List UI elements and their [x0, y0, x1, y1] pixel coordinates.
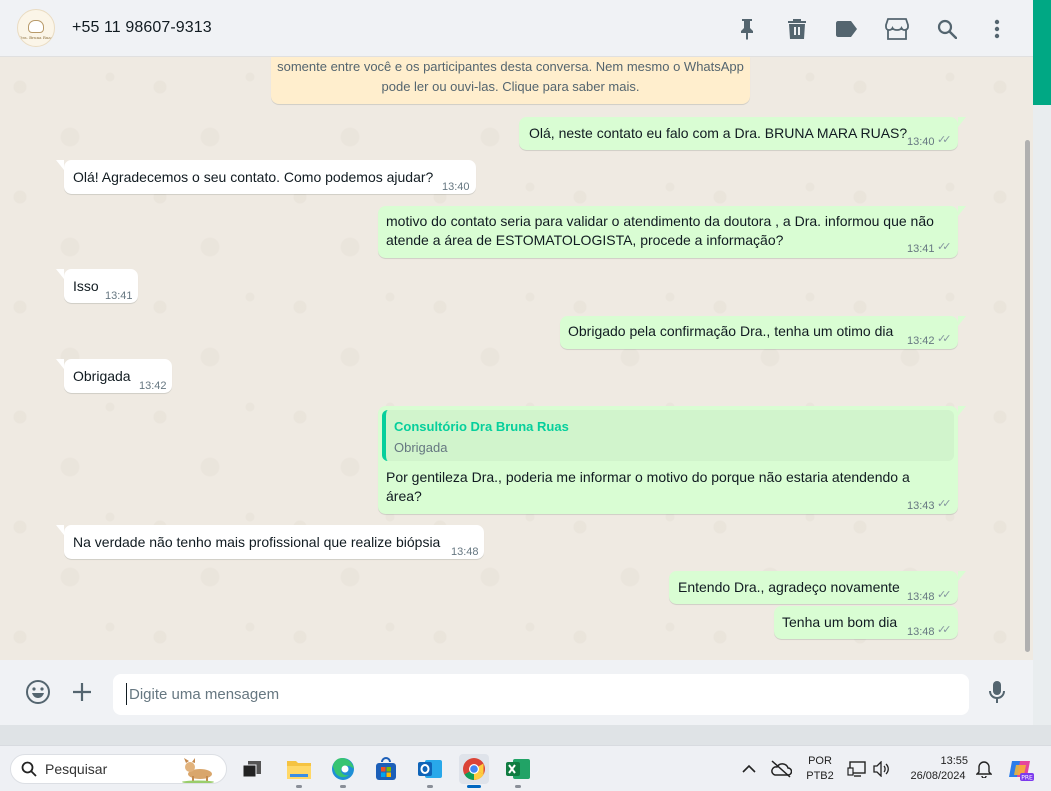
- message-text: Na verdade não tenho mais profissional q…: [73, 534, 441, 550]
- message-time: 13:48: [907, 626, 935, 638]
- onedrive-sync-icon[interactable]: [767, 754, 795, 784]
- message-outgoing[interactable]: motivo do contato seria para validar o a…: [378, 206, 966, 258]
- message-time: 13:43: [907, 500, 935, 512]
- chevron-up-icon[interactable]: [735, 754, 763, 784]
- message-incoming[interactable]: Na verdade não tenho mais profissional q…: [56, 525, 484, 559]
- read-ticks-icon: ✓✓: [937, 241, 952, 253]
- clock-date: 26/08/2024: [910, 770, 966, 782]
- task-view-icon[interactable]: [237, 754, 267, 784]
- microsoft-store-icon[interactable]: [371, 754, 401, 784]
- message-time: 13:40: [907, 136, 935, 148]
- text-caret: [126, 683, 127, 705]
- message-incoming[interactable]: Obrigada 13:42: [56, 359, 172, 393]
- chat-area[interactable]: somente entre você e os participantes de…: [0, 57, 1033, 660]
- window-edge: [1033, 0, 1051, 745]
- language-code: POR: [808, 755, 832, 767]
- delete-icon[interactable]: [785, 17, 809, 41]
- emoji-icon[interactable]: [25, 679, 51, 705]
- message-time: 13:41: [105, 290, 133, 302]
- outlook-icon[interactable]: [415, 754, 445, 788]
- dog-illustration-icon: [182, 758, 214, 783]
- chat-header: Dra. Bruna Ruas +55 11 98607-9313: [0, 0, 1033, 57]
- avatar-logo-text: Dra. Bruna Ruas: [19, 34, 53, 40]
- message-text: Olá! Agradecemos o seu contato. Como pod…: [73, 169, 434, 185]
- quote-author: Consultório Dra Bruna Ruas: [394, 419, 569, 434]
- copilot-icon[interactable]: PRE: [1005, 754, 1037, 784]
- quote-text: Obrigada: [394, 440, 448, 455]
- message-outgoing-reply[interactable]: Consultório Dra Bruna Ruas Obrigada Por …: [378, 406, 966, 514]
- notice-line-2: pode ler ou ouvi-las. Clique para saber …: [381, 79, 640, 94]
- read-ticks-icon: ✓✓: [937, 589, 952, 601]
- message-time: 13:42: [139, 380, 167, 392]
- quoted-message[interactable]: Consultório Dra Bruna Ruas Obrigada: [382, 410, 954, 461]
- message-outgoing[interactable]: Tenha um bom dia 13:48 ✓✓: [774, 606, 958, 639]
- tooth-logo-icon: [28, 19, 44, 33]
- read-ticks-icon: ✓✓: [937, 333, 952, 345]
- taskbar-search[interactable]: Pesquisar: [10, 754, 227, 784]
- edge-icon[interactable]: [328, 754, 358, 788]
- message-incoming[interactable]: Olá! Agradecemos o seu contato. Como pod…: [56, 160, 476, 194]
- message-text: Isso: [73, 278, 99, 294]
- message-time: 13:41: [907, 243, 935, 255]
- message-text-line-2: área?: [386, 488, 422, 504]
- excel-icon[interactable]: [503, 754, 533, 788]
- windows-taskbar: Pesquisar POR PTB2 13:55 26/08/2024 PRE: [0, 745, 1051, 791]
- message-outgoing[interactable]: Entendo Dra., agradeço novamente 13:48 ✓…: [669, 571, 966, 604]
- chrome-icon[interactable]: [459, 754, 489, 788]
- message-text: Entendo Dra., agradeço novamente: [678, 579, 900, 595]
- message-time: 13:40: [442, 181, 470, 193]
- keyboard-language[interactable]: POR PTB2: [800, 754, 840, 784]
- taskbar-search-label: Pesquisar: [45, 761, 108, 777]
- svg-text:PRE: PRE: [1021, 775, 1033, 782]
- message-text: Olá, neste contato eu falo com a Dra. BR…: [529, 125, 908, 141]
- message-text-line-1: Por gentileza Dra., poderia me informar …: [386, 469, 910, 485]
- message-composer: [0, 660, 1033, 725]
- chat-scrollbar[interactable]: [1025, 140, 1030, 652]
- network-icon[interactable]: [845, 754, 869, 784]
- contact-name[interactable]: +55 11 98607-9313: [72, 19, 212, 37]
- message-outgoing[interactable]: Obrigado pela confirmação Dra., tenha um…: [560, 316, 966, 349]
- store-icon[interactable]: [885, 17, 909, 41]
- message-text: Obrigada: [73, 368, 131, 384]
- message-text: Obrigado pela confirmação Dra., tenha um…: [568, 323, 894, 339]
- message-time: 13:42: [907, 335, 935, 347]
- encryption-notice[interactable]: somente entre você e os participantes de…: [271, 57, 750, 104]
- message-input[interactable]: [113, 674, 969, 715]
- message-time: 13:48: [907, 591, 935, 603]
- message-time: 13:48: [451, 546, 479, 558]
- microphone-icon[interactable]: [984, 679, 1010, 705]
- message-text-line-1: motivo do contato seria para validar o a…: [386, 213, 934, 229]
- taskbar-clock[interactable]: 13:55 26/08/2024: [900, 754, 976, 784]
- file-explorer-icon[interactable]: [284, 754, 314, 788]
- read-ticks-icon: ✓✓: [937, 624, 952, 636]
- message-outgoing[interactable]: Olá, neste contato eu falo com a Dra. BR…: [519, 117, 966, 150]
- read-ticks-icon: ✓✓: [937, 134, 952, 146]
- message-incoming[interactable]: Isso 13:41: [56, 269, 138, 303]
- clock-time: 13:55: [940, 755, 968, 767]
- keyboard-layout: PTB2: [806, 770, 834, 782]
- notification-bell-icon[interactable]: [972, 754, 996, 784]
- search-icon: [21, 761, 37, 777]
- label-icon[interactable]: [835, 17, 859, 41]
- message-text: Tenha um bom dia: [782, 614, 898, 630]
- read-ticks-icon: ✓✓: [937, 498, 952, 510]
- message-text-line-2: atende a área de ESTOMATOLOGISTA, proced…: [386, 232, 784, 248]
- window-bottom-border: [0, 725, 1051, 745]
- pin-icon[interactable]: [735, 17, 759, 41]
- menu-icon[interactable]: [985, 17, 1009, 41]
- notice-line-1: somente entre você e os participantes de…: [277, 59, 744, 74]
- volume-icon[interactable]: [870, 754, 892, 784]
- contact-avatar[interactable]: Dra. Bruna Ruas: [17, 9, 55, 47]
- search-icon[interactable]: [935, 17, 959, 41]
- plus-icon[interactable]: [69, 679, 95, 705]
